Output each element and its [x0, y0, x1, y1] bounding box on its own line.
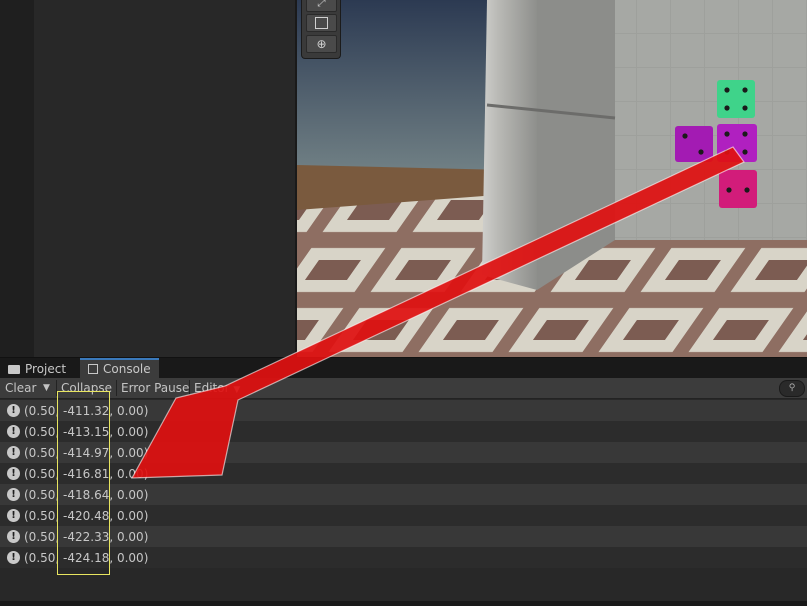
warning-icon: ! — [7, 404, 20, 417]
editor-dropdown[interactable]: Editor ▼ — [189, 378, 245, 398]
log-entry[interactable]: ! (0.50, -420.48, 0.00) — [0, 505, 807, 526]
tab-project[interactable]: Project — [0, 360, 74, 378]
warning-icon: ! — [7, 509, 20, 522]
log-entry[interactable]: ! (0.50, -411.32, 0.00) — [0, 400, 807, 421]
log-entry[interactable]: ! (0.50, -414.97, 0.00) — [0, 442, 807, 463]
log-list: ! (0.50, -411.32, 0.00) ! (0.50, -413.15, … — [0, 400, 807, 568]
purple-die — [717, 124, 757, 162]
transform-tool-button[interactable]: ⊕ — [306, 35, 337, 53]
folder-icon — [8, 364, 20, 374]
warning-icon: ! — [7, 551, 20, 564]
editor-label: Editor — [194, 381, 230, 395]
log-entry[interactable]: ! (0.50, -424.18, 0.00) — [0, 547, 807, 568]
tab-label: Project — [25, 362, 67, 376]
tab-label: Console — [103, 362, 151, 376]
scale-tool-icon: ⤢ — [317, 0, 326, 9]
log-message: (0.50, -418.64, 0.00) — [24, 487, 149, 502]
log-message: (0.50, -414.97, 0.00) — [24, 445, 149, 460]
hierarchy-gutter — [0, 0, 34, 357]
log-message: (0.50, -411.32, 0.00) — [24, 403, 149, 418]
status-bar — [0, 601, 807, 606]
log-message: (0.50, -420.48, 0.00) — [24, 508, 149, 523]
purple-die-left — [675, 126, 713, 162]
warning-icon: ! — [7, 446, 20, 459]
rect-tool-button[interactable] — [306, 14, 337, 32]
console-panel: Project Console Clear ▼ Collapse Error P… — [0, 357, 807, 606]
chevron-down-icon: ▼ — [233, 385, 241, 395]
collapse-button[interactable]: Collapse — [56, 378, 117, 398]
transform-tool-icon: ⊕ — [316, 37, 327, 51]
error-pause-button[interactable]: Error Pause — [116, 378, 194, 398]
pink-die — [719, 170, 757, 208]
tab-bar: Project Console — [0, 358, 807, 378]
log-message: (0.50, -416.81, 0.00) — [24, 466, 149, 481]
log-message: (0.50, -424.18, 0.00) — [24, 550, 149, 565]
hierarchy-panel — [0, 0, 297, 357]
warning-icon: ! — [7, 530, 20, 543]
scene-tools: ⤢ ⊕ — [301, 0, 341, 59]
log-entry[interactable]: ! (0.50, -422.33, 0.00) — [0, 526, 807, 547]
tab-console[interactable]: Console — [80, 358, 159, 378]
clear-button[interactable]: Clear — [0, 378, 41, 398]
warning-icon: ! — [7, 467, 20, 480]
rect-tool-icon — [315, 17, 328, 29]
scene-render — [297, 0, 807, 357]
green-die — [717, 80, 755, 118]
warning-icon: ! — [7, 425, 20, 438]
clear-options-dropdown[interactable]: ▼ — [38, 378, 55, 398]
log-entry[interactable]: ! (0.50, -416.81, 0.00) — [0, 463, 807, 484]
warning-icon: ! — [7, 488, 20, 501]
scale-tool-button[interactable]: ⤢ — [306, 0, 337, 12]
log-message: (0.50, -422.33, 0.00) — [24, 529, 149, 544]
scene-view[interactable]: ⤢ ⊕ — [297, 0, 807, 357]
log-message: (0.50, -413.15, 0.00) — [24, 424, 149, 439]
log-entry[interactable]: ! (0.50, -418.64, 0.00) — [0, 484, 807, 505]
search-icon: ⚲ — [788, 383, 796, 393]
log-entry[interactable]: ! (0.50, -413.15, 0.00) — [0, 421, 807, 442]
console-toolbar: Clear ▼ Collapse Error Pause Editor ▼ ⚲ — [0, 378, 807, 399]
search-input[interactable]: ⚲ — [779, 380, 805, 397]
console-icon — [88, 364, 98, 374]
